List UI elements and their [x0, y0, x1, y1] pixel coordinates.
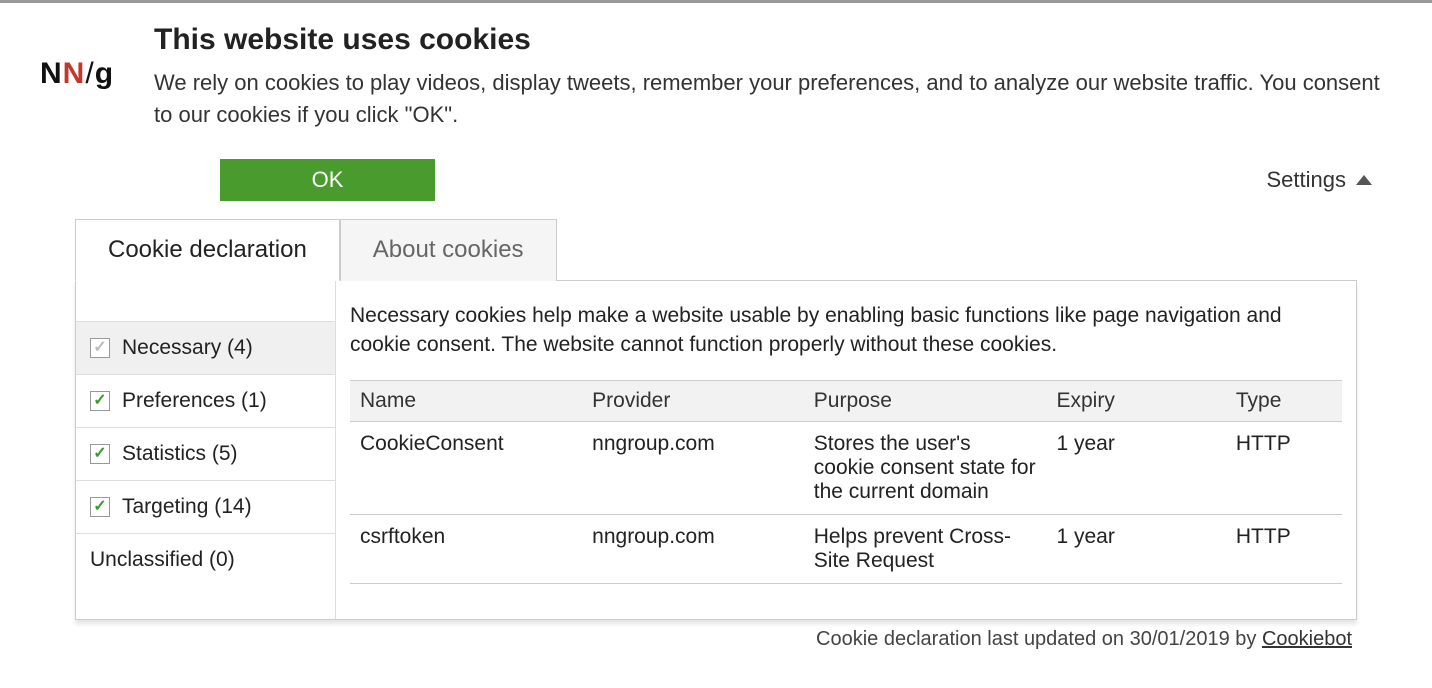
checkbox-icon[interactable]: ✓	[90, 391, 110, 411]
action-row: OK Settings	[220, 159, 1392, 201]
category-label: Targeting (14)	[122, 495, 252, 519]
logo-slash: /	[85, 57, 94, 90]
chevron-up-icon	[1356, 175, 1372, 185]
cookie-banner: NN/g This website uses cookies We rely o…	[0, 0, 1432, 651]
cell-purpose: Stores the user's cookie consent state f…	[804, 421, 1047, 514]
cookie-table: Name Provider Purpose Expiry Type Cookie…	[350, 380, 1342, 584]
th-expiry: Expiry	[1046, 380, 1225, 421]
cookiebot-link[interactable]: Cookiebot	[1262, 628, 1352, 650]
th-provider: Provider	[582, 380, 804, 421]
cell-type: HTTP	[1226, 421, 1342, 514]
cell-name: csrftoken	[350, 514, 582, 583]
cell-expiry: 1 year	[1046, 421, 1225, 514]
ok-button[interactable]: OK	[220, 159, 435, 201]
th-purpose: Purpose	[804, 380, 1047, 421]
logo-n1: N	[40, 57, 63, 90]
declaration-panel: ✓ Necessary (4) ✓ Preferences (1) ✓ Stat…	[75, 280, 1357, 620]
banner-title: This website uses cookies	[154, 23, 1392, 57]
category-description: Necessary cookies help make a website us…	[350, 301, 1342, 360]
settings-label: Settings	[1267, 167, 1347, 193]
logo: NN/g	[40, 57, 114, 91]
cell-purpose: Helps prevent Cross-Site Request	[804, 514, 1047, 583]
cell-expiry: 1 year	[1046, 514, 1225, 583]
footer-text: Cookie declaration last updated on 30/01…	[816, 628, 1262, 650]
cell-provider: nngroup.com	[582, 514, 804, 583]
logo-g: g	[95, 57, 114, 90]
footer: Cookie declaration last updated on 30/01…	[40, 628, 1352, 651]
category-necessary[interactable]: ✓ Necessary (4)	[76, 321, 335, 375]
category-unclassified[interactable]: Unclassified (0)	[76, 534, 335, 586]
cell-provider: nngroup.com	[582, 421, 804, 514]
table-header-row: Name Provider Purpose Expiry Type	[350, 380, 1342, 421]
header-text: This website uses cookies We rely on coo…	[154, 23, 1392, 131]
category-content: Necessary cookies help make a website us…	[336, 281, 1356, 619]
category-label: Necessary (4)	[122, 336, 253, 360]
tab-about-cookies[interactable]: About cookies	[340, 219, 557, 281]
cell-type: HTTP	[1226, 514, 1342, 583]
table-row: CookieConsent nngroup.com Stores the use…	[350, 421, 1342, 514]
th-name: Name	[350, 380, 582, 421]
header-row: NN/g This website uses cookies We rely o…	[40, 23, 1392, 131]
logo-n2: N	[63, 57, 86, 90]
cell-name: CookieConsent	[350, 421, 582, 514]
category-preferences[interactable]: ✓ Preferences (1)	[76, 375, 335, 428]
category-label: Unclassified (0)	[90, 548, 235, 572]
category-label: Statistics (5)	[122, 442, 238, 466]
tabs: Cookie declaration About cookies	[75, 219, 1392, 281]
settings-toggle[interactable]: Settings	[1267, 167, 1373, 193]
category-statistics[interactable]: ✓ Statistics (5)	[76, 428, 335, 481]
checkbox-icon: ✓	[90, 338, 110, 358]
category-targeting[interactable]: ✓ Targeting (14)	[76, 481, 335, 534]
category-list: ✓ Necessary (4) ✓ Preferences (1) ✓ Stat…	[76, 281, 336, 619]
checkbox-icon[interactable]: ✓	[90, 444, 110, 464]
th-type: Type	[1226, 380, 1342, 421]
tab-cookie-declaration[interactable]: Cookie declaration	[75, 219, 340, 281]
checkbox-icon[interactable]: ✓	[90, 497, 110, 517]
banner-description: We rely on cookies to play videos, displ…	[154, 67, 1392, 131]
category-label: Preferences (1)	[122, 389, 267, 413]
table-row: csrftoken nngroup.com Helps prevent Cros…	[350, 514, 1342, 583]
